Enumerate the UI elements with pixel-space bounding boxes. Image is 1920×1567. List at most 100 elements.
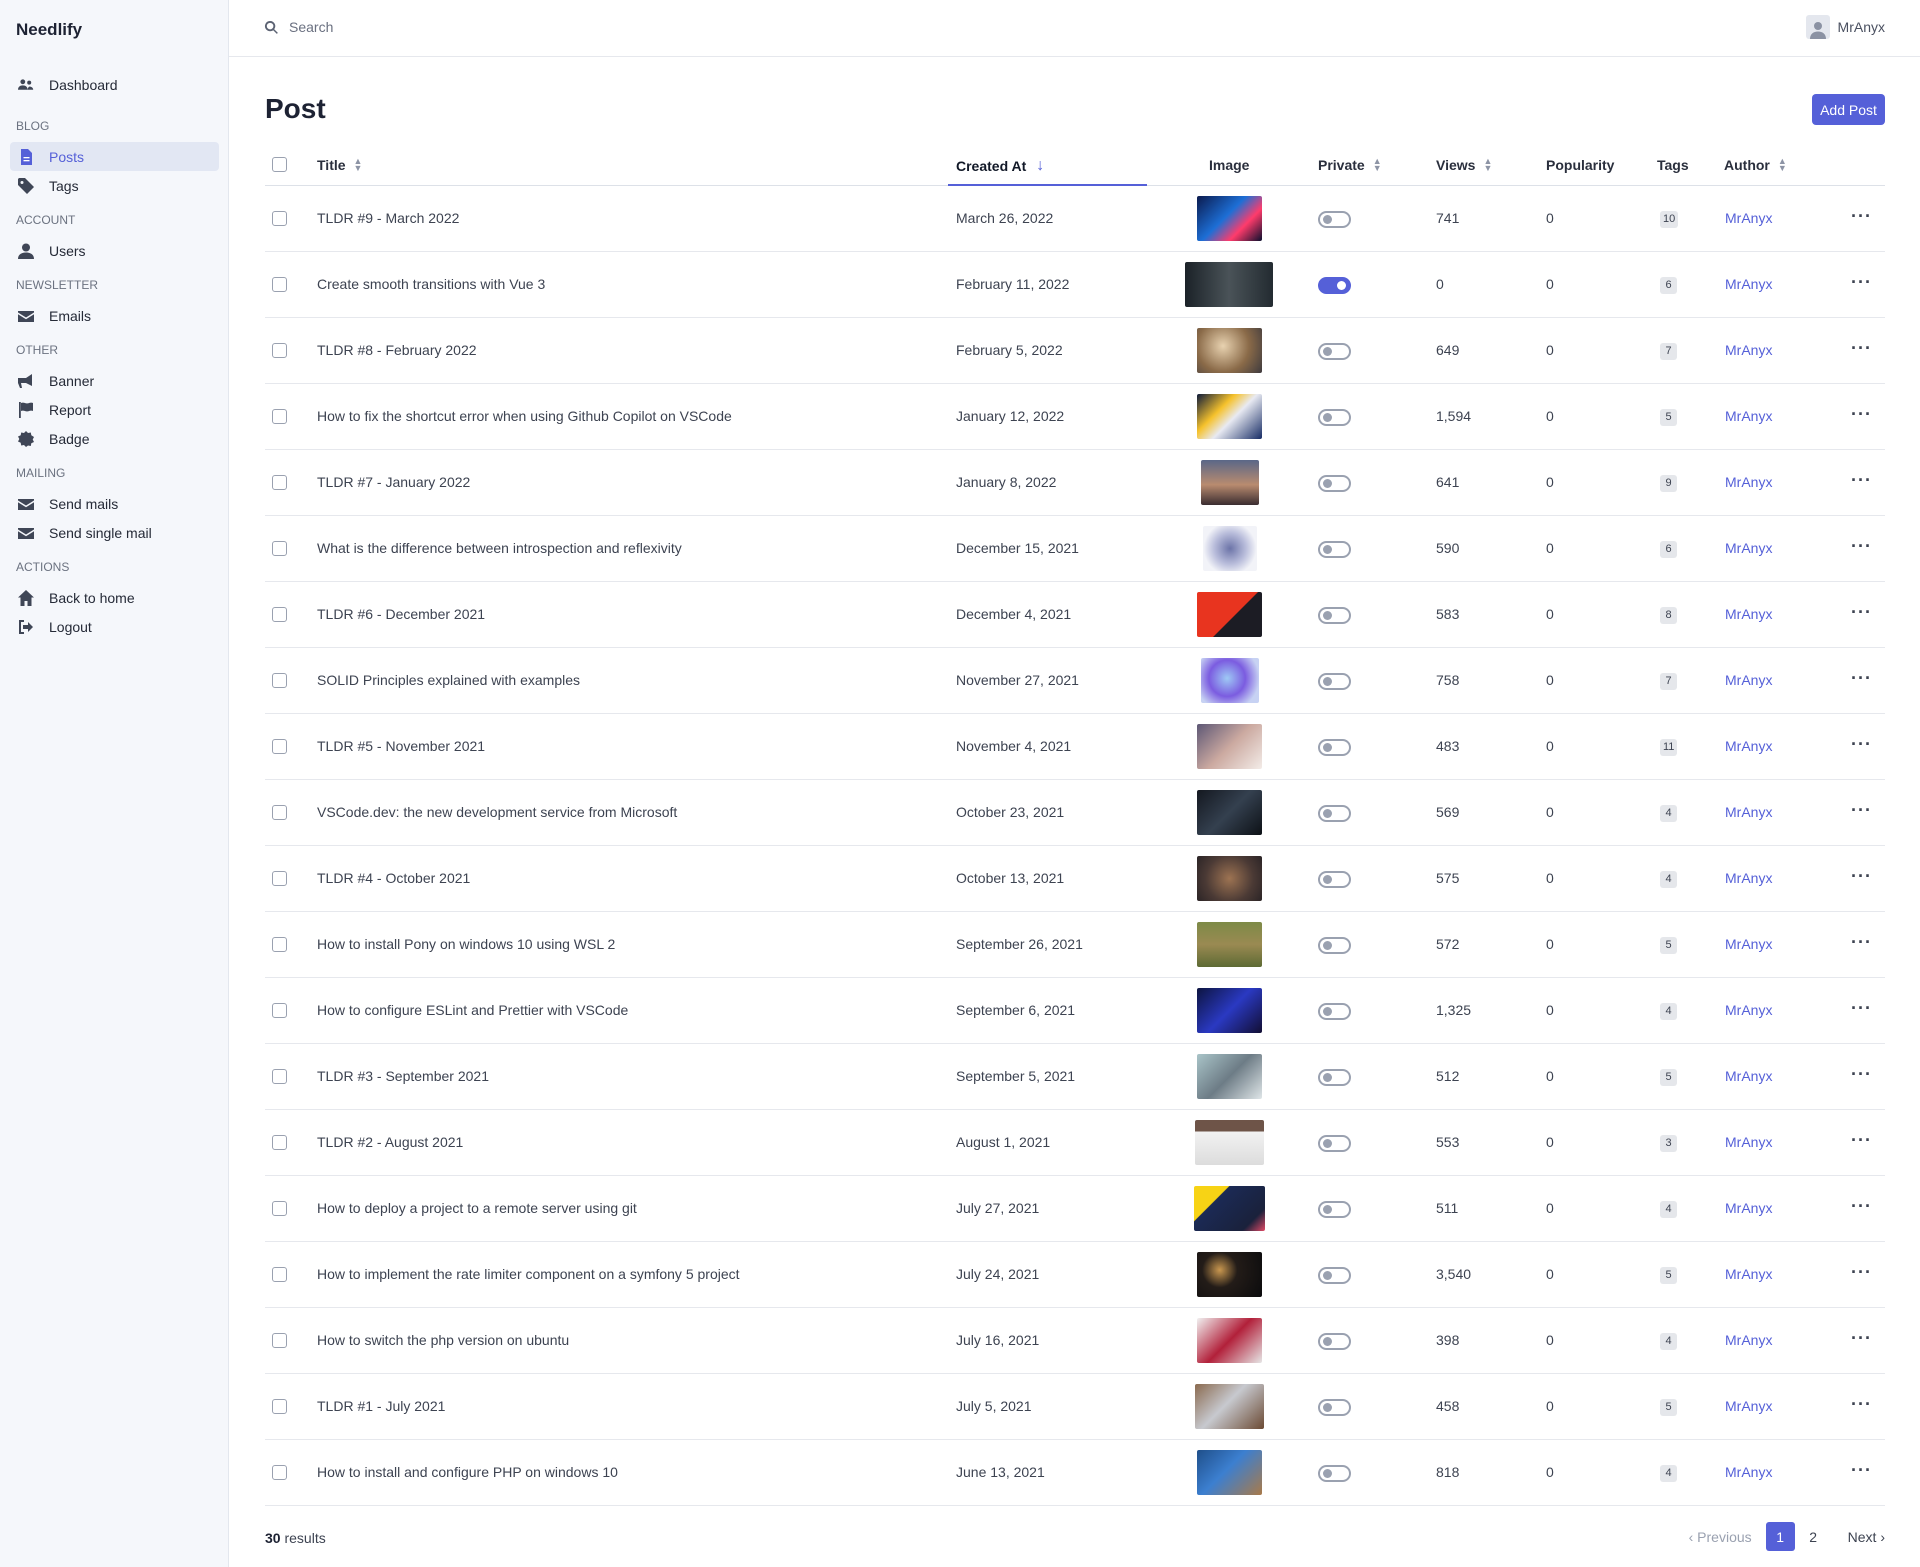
post-title[interactable]: What is the difference between introspec… bbox=[317, 540, 682, 556]
row-checkbox[interactable] bbox=[272, 1003, 287, 1018]
more-actions-icon[interactable]: ··· bbox=[1851, 1395, 1872, 1413]
author-link[interactable]: MrAnyx bbox=[1725, 1266, 1772, 1282]
author-link[interactable]: MrAnyx bbox=[1725, 936, 1772, 952]
sidebar-item-tags[interactable]: Tags bbox=[10, 171, 219, 200]
author-link[interactable]: MrAnyx bbox=[1725, 804, 1772, 820]
private-toggle[interactable] bbox=[1318, 673, 1351, 690]
more-actions-icon[interactable]: ··· bbox=[1851, 207, 1872, 225]
sidebar-item-users[interactable]: Users bbox=[10, 236, 219, 265]
private-toggle[interactable] bbox=[1318, 1003, 1351, 1020]
row-checkbox[interactable] bbox=[272, 1465, 287, 1480]
private-toggle[interactable] bbox=[1318, 1267, 1351, 1284]
post-title[interactable]: SOLID Principles explained with examples bbox=[317, 672, 580, 688]
row-checkbox[interactable] bbox=[272, 673, 287, 688]
post-title[interactable]: How to install Pony on windows 10 using … bbox=[317, 936, 615, 952]
private-toggle[interactable] bbox=[1318, 1465, 1351, 1482]
user-menu[interactable]: MrAnyx bbox=[1805, 15, 1885, 39]
private-toggle[interactable] bbox=[1318, 1333, 1351, 1350]
more-actions-icon[interactable]: ··· bbox=[1851, 1065, 1872, 1083]
private-toggle[interactable] bbox=[1318, 541, 1351, 558]
private-toggle[interactable] bbox=[1318, 1399, 1351, 1416]
row-checkbox[interactable] bbox=[272, 1201, 287, 1216]
author-link[interactable]: MrAnyx bbox=[1725, 1068, 1772, 1084]
previous-page-button[interactable]: ‹ Previous bbox=[1689, 1529, 1752, 1545]
post-title[interactable]: Create smooth transitions with Vue 3 bbox=[317, 276, 545, 292]
more-actions-icon[interactable]: ··· bbox=[1851, 735, 1872, 753]
row-checkbox[interactable] bbox=[272, 475, 287, 490]
private-toggle[interactable] bbox=[1318, 409, 1351, 426]
more-actions-icon[interactable]: ··· bbox=[1851, 801, 1872, 819]
post-title[interactable]: How to deploy a project to a remote serv… bbox=[317, 1200, 637, 1216]
add-post-button[interactable]: Add Post bbox=[1812, 94, 1885, 125]
more-actions-icon[interactable]: ··· bbox=[1851, 1197, 1872, 1215]
row-checkbox[interactable] bbox=[272, 871, 287, 886]
row-checkbox[interactable] bbox=[272, 937, 287, 952]
more-actions-icon[interactable]: ··· bbox=[1851, 537, 1872, 555]
column-header-author[interactable]: Author ▲ ▼ bbox=[1724, 157, 1787, 174]
private-toggle[interactable] bbox=[1318, 277, 1351, 294]
private-toggle[interactable] bbox=[1318, 1135, 1351, 1152]
more-actions-icon[interactable]: ··· bbox=[1851, 999, 1872, 1017]
post-title[interactable]: TLDR #8 - February 2022 bbox=[317, 342, 477, 358]
private-toggle[interactable] bbox=[1318, 343, 1351, 360]
column-header-title[interactable]: Title ▲ ▼ bbox=[317, 157, 362, 174]
author-link[interactable]: MrAnyx bbox=[1725, 1398, 1772, 1414]
row-checkbox[interactable] bbox=[272, 739, 287, 754]
page-button-2[interactable]: 2 bbox=[1799, 1522, 1828, 1551]
author-link[interactable]: MrAnyx bbox=[1725, 342, 1772, 358]
row-checkbox[interactable] bbox=[272, 343, 287, 358]
column-header-private[interactable]: Private ▲ ▼ bbox=[1318, 157, 1382, 174]
row-checkbox[interactable] bbox=[272, 1399, 287, 1414]
author-link[interactable]: MrAnyx bbox=[1725, 870, 1772, 886]
more-actions-icon[interactable]: ··· bbox=[1851, 1461, 1872, 1479]
more-actions-icon[interactable]: ··· bbox=[1851, 273, 1872, 291]
author-link[interactable]: MrAnyx bbox=[1725, 1332, 1772, 1348]
private-toggle[interactable] bbox=[1318, 871, 1351, 888]
post-title[interactable]: How to switch the php version on ubuntu bbox=[317, 1332, 569, 1348]
post-title[interactable]: TLDR #4 - October 2021 bbox=[317, 870, 470, 886]
page-button-1[interactable]: 1 bbox=[1765, 1522, 1795, 1551]
column-header-views[interactable]: Views ▲ ▼ bbox=[1436, 157, 1492, 174]
column-header-created-at[interactable]: Created At ↓ bbox=[956, 157, 1044, 175]
author-link[interactable]: MrAnyx bbox=[1725, 606, 1772, 622]
post-title[interactable]: How to fix the shortcut error when using… bbox=[317, 408, 732, 424]
sidebar-item-logout[interactable]: Logout bbox=[10, 612, 219, 641]
more-actions-icon[interactable]: ··· bbox=[1851, 603, 1872, 621]
sidebar-item-emails[interactable]: Emails bbox=[10, 301, 219, 330]
private-toggle[interactable] bbox=[1318, 805, 1351, 822]
author-link[interactable]: MrAnyx bbox=[1725, 276, 1772, 292]
row-checkbox[interactable] bbox=[272, 1333, 287, 1348]
private-toggle[interactable] bbox=[1318, 607, 1351, 624]
author-link[interactable]: MrAnyx bbox=[1725, 1002, 1772, 1018]
row-checkbox[interactable] bbox=[272, 1069, 287, 1084]
author-link[interactable]: MrAnyx bbox=[1725, 1134, 1772, 1150]
row-checkbox[interactable] bbox=[272, 1267, 287, 1282]
row-checkbox[interactable] bbox=[272, 409, 287, 424]
author-link[interactable]: MrAnyx bbox=[1725, 1200, 1772, 1216]
author-link[interactable]: MrAnyx bbox=[1725, 738, 1772, 754]
post-title[interactable]: TLDR #5 - November 2021 bbox=[317, 738, 485, 754]
sidebar-item-posts[interactable]: Posts bbox=[10, 142, 219, 171]
author-link[interactable]: MrAnyx bbox=[1725, 540, 1772, 556]
sidebar-item-send-single-mail[interactable]: Send single mail bbox=[10, 518, 219, 547]
author-link[interactable]: MrAnyx bbox=[1725, 408, 1772, 424]
post-title[interactable]: TLDR #9 - March 2022 bbox=[317, 210, 459, 226]
sidebar-item-banner[interactable]: Banner bbox=[10, 366, 219, 395]
row-checkbox[interactable] bbox=[272, 277, 287, 292]
app-brand[interactable]: Needlify bbox=[16, 20, 82, 40]
post-title[interactable]: How to implement the rate limiter compon… bbox=[317, 1266, 740, 1282]
author-link[interactable]: MrAnyx bbox=[1725, 474, 1772, 490]
private-toggle[interactable] bbox=[1318, 937, 1351, 954]
more-actions-icon[interactable]: ··· bbox=[1851, 1263, 1872, 1281]
more-actions-icon[interactable]: ··· bbox=[1851, 669, 1872, 687]
next-page-button[interactable]: Next › bbox=[1848, 1529, 1885, 1545]
row-checkbox[interactable] bbox=[272, 541, 287, 556]
private-toggle[interactable] bbox=[1318, 739, 1351, 756]
post-title[interactable]: TLDR #3 - September 2021 bbox=[317, 1068, 489, 1084]
more-actions-icon[interactable]: ··· bbox=[1851, 339, 1872, 357]
private-toggle[interactable] bbox=[1318, 475, 1351, 492]
author-link[interactable]: MrAnyx bbox=[1725, 672, 1772, 688]
sidebar-item-badge[interactable]: Badge bbox=[10, 424, 219, 453]
post-title[interactable]: How to configure ESLint and Prettier wit… bbox=[317, 1002, 628, 1018]
post-title[interactable]: How to install and configure PHP on wind… bbox=[317, 1464, 618, 1480]
